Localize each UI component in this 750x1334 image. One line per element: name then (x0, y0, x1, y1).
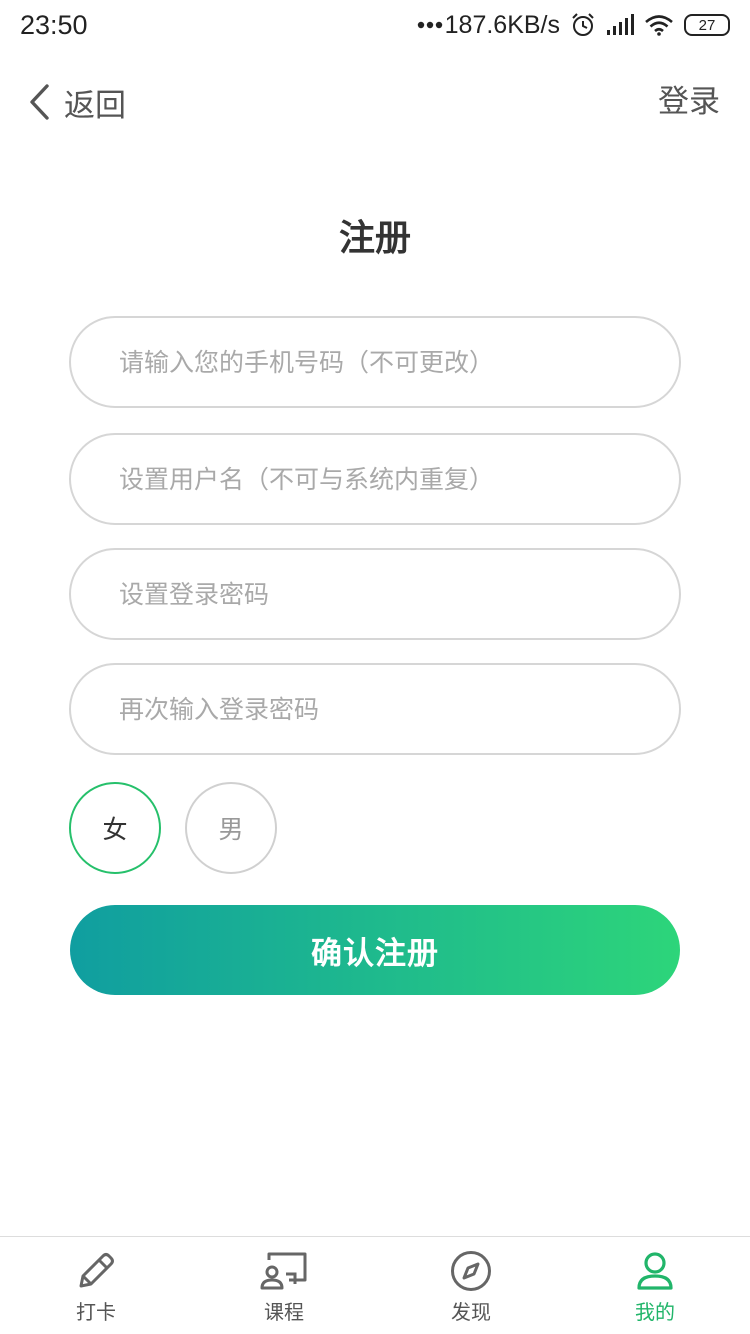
battery-icon: 27 (684, 14, 730, 36)
dots-icon (417, 21, 442, 29)
status-time: 23:50 (20, 9, 88, 40)
chevron-left-icon (30, 84, 49, 120)
tab-bar: 打卡 课程 发现 我的 (0, 1236, 750, 1334)
confirm-password-input[interactable] (119, 694, 679, 724)
phone-field[interactable] (69, 316, 681, 408)
tab-courses[interactable]: 课程 (224, 1237, 344, 1334)
tab-label: 发现 (451, 1300, 491, 1324)
back-label: 返回 (64, 87, 126, 124)
user-icon (635, 1250, 675, 1292)
status-bar: 23:50 187.6KB/s 27 (0, 0, 750, 50)
course-icon (259, 1250, 309, 1292)
tab-label: 我的 (635, 1300, 675, 1324)
confirm-register-button[interactable]: 确认注册 (70, 905, 680, 995)
confirm-password-field[interactable] (69, 663, 681, 755)
compass-icon (450, 1250, 492, 1292)
network-speed: 187.6KB/s (444, 10, 560, 39)
phone-input[interactable] (119, 347, 679, 377)
username-field[interactable] (69, 433, 681, 525)
tab-label: 打卡 (76, 1300, 116, 1324)
gender-female-option[interactable]: 女 (69, 782, 161, 874)
tab-mine[interactable]: 我的 (595, 1237, 715, 1334)
password-input[interactable] (119, 579, 679, 609)
header: 返回 登录 (0, 62, 750, 142)
signal-icon (607, 14, 634, 35)
pencil-icon (75, 1250, 117, 1292)
wifi-icon (645, 15, 673, 36)
back-button[interactable]: 返回 (28, 80, 126, 124)
status-indicators: 187.6KB/s 27 (417, 11, 730, 40)
tab-label: 课程 (264, 1300, 304, 1324)
battery-level: 27 (698, 16, 716, 34)
alarm-icon (572, 13, 594, 36)
tab-checkin[interactable]: 打卡 (36, 1237, 156, 1334)
page-title: 注册 (338, 218, 411, 259)
login-link[interactable]: 登录 (658, 80, 720, 124)
username-input[interactable] (119, 464, 679, 494)
tab-discover[interactable]: 发现 (411, 1237, 531, 1334)
password-field[interactable] (69, 548, 681, 640)
gender-male-option[interactable]: 男 (185, 782, 277, 874)
